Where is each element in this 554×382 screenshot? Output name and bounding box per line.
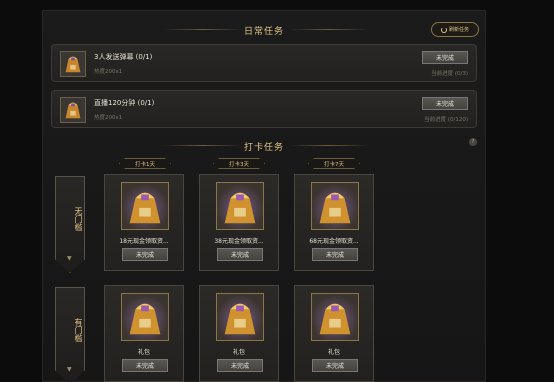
task-status-button[interactable]: 未完成 bbox=[422, 51, 468, 64]
gift-bag-icon bbox=[216, 293, 264, 341]
reward-status-button[interactable]: 未完成 bbox=[312, 359, 358, 372]
gift-bag-icon bbox=[216, 182, 264, 230]
reward-card: 68元现金领取资... 未完成 bbox=[294, 174, 374, 271]
checkin-tasks-title: 打卡任务 bbox=[243, 143, 284, 153]
task-status-button[interactable]: 未完成 bbox=[422, 97, 468, 110]
reward-name: 68元现金领取资... bbox=[309, 238, 359, 245]
gift-bag-icon bbox=[311, 182, 359, 230]
reward-status-button[interactable]: 未完成 bbox=[217, 248, 263, 261]
task-heat: 热度200x1 bbox=[94, 69, 123, 75]
gift-bag-icon bbox=[121, 293, 169, 341]
daily-tasks-title: 日常任务 bbox=[243, 27, 284, 37]
gift-bag-icon bbox=[311, 293, 359, 341]
task-heat: 热度200x1 bbox=[94, 115, 123, 121]
banner-label: 无门槛 bbox=[74, 207, 83, 231]
reward-card: 18元现金领取资... 未完成 bbox=[104, 174, 184, 271]
refresh-label: 刷新任务 bbox=[448, 27, 469, 33]
gift-bag-icon bbox=[60, 97, 86, 123]
task-panel: 日常任务 刷新任务 3人发送弹幕 (0/1) 热度200x1 未完成 当前进度 … bbox=[42, 10, 486, 382]
task-name: 直播120分钟 (0/1) bbox=[94, 99, 155, 107]
daily-task-1: 3人发送弹幕 (0/1) 热度200x1 未完成 当前进度 (0/3) bbox=[51, 44, 477, 82]
reward-card: 礼包 未完成 bbox=[199, 285, 279, 382]
reward-name: 18元现金领取资... bbox=[119, 238, 169, 245]
banner-no-threshold: 无门槛 ▼ bbox=[55, 176, 85, 273]
reward-card: 礼包 未完成 bbox=[294, 285, 374, 382]
gift-bag-icon bbox=[60, 51, 86, 77]
task-progress: 当前进度 (0/3) bbox=[431, 71, 468, 77]
chevron-down-icon: ▼ bbox=[67, 255, 72, 262]
reward-name: 38元现金领取资... bbox=[214, 238, 264, 245]
refresh-tasks-button[interactable]: 刷新任务 bbox=[431, 22, 479, 37]
reward-card: 礼包 未完成 bbox=[104, 285, 184, 382]
reward-card: 38元现金领取资... 未完成 bbox=[199, 174, 279, 271]
chevron-down-icon: ▼ bbox=[67, 366, 72, 373]
reward-status-button[interactable]: 未完成 bbox=[217, 359, 263, 372]
reward-name: 礼包 bbox=[327, 349, 340, 356]
reward-status-button[interactable]: 未完成 bbox=[122, 359, 168, 372]
daily-task-2: 直播120分钟 (0/1) 热度200x1 未完成 当前进度 (0/120) bbox=[51, 90, 477, 128]
reward-name: 礼包 bbox=[137, 349, 150, 356]
reward-status-button[interactable]: 未完成 bbox=[312, 248, 358, 261]
reward-name: 礼包 bbox=[232, 349, 245, 356]
banner-with-threshold: 有门槛 ▼ bbox=[55, 287, 85, 382]
task-progress: 当前进度 (0/120) bbox=[424, 117, 468, 123]
day-tab-3: 打卡3天 bbox=[213, 158, 265, 169]
banner-label: 有门槛 bbox=[74, 318, 83, 342]
reward-status-button[interactable]: 未完成 bbox=[122, 248, 168, 261]
refresh-icon bbox=[440, 26, 447, 33]
gift-bag-icon bbox=[121, 182, 169, 230]
help-icon[interactable]: ? bbox=[469, 138, 477, 146]
task-name: 3人发送弹幕 (0/1) bbox=[94, 53, 153, 61]
day-tab-1: 打卡1天 bbox=[119, 158, 171, 169]
day-tab-7: 打卡7天 bbox=[308, 158, 360, 169]
